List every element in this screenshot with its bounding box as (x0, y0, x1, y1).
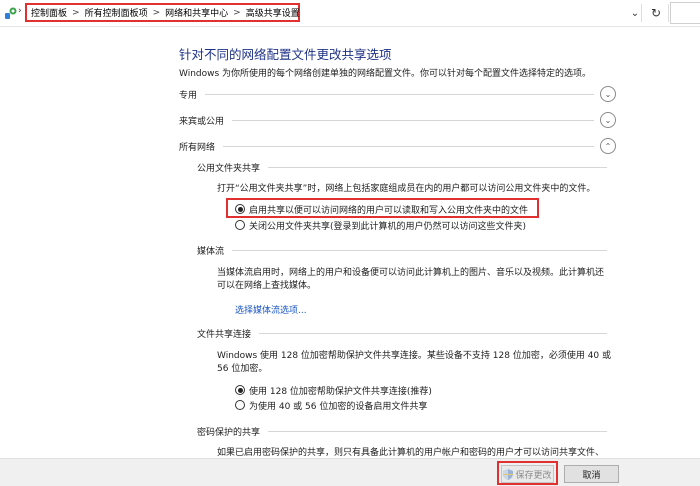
breadcrumb-separator-icon[interactable]: > (233, 8, 241, 18)
address-bar: › 控制面板 > 所有控制面板项 > 网络和共享中心 > 高级共享设置 ⌄ ↻ (0, 0, 700, 27)
radio-selected-dot (237, 387, 243, 393)
file-sharing-text-line1: Windows 使用 128 位加密帮助保护文件共享连接。某些设备不支持 128… (217, 351, 612, 361)
profile-guest-public-label: 来宾或公用 (179, 116, 225, 127)
password-protection-heading: 密码保护的共享 (197, 424, 607, 438)
media-streaming-text-line2: 可以在网络上查找媒体。 (217, 281, 317, 291)
public-folder-heading: 公用文件夹共享 (197, 160, 607, 174)
public-folder-text: 打开“公用文件夹共享”时，网络上包括家庭组成员在内的用户都可以访问公用文件夹中的… (217, 184, 596, 194)
breadcrumb-network-center[interactable]: 网络和共享中心 (165, 6, 228, 19)
expand-chevron-icon[interactable]: ⌄ (600, 112, 616, 128)
breadcrumb-advanced-sharing[interactable]: 高级共享设置 (246, 6, 300, 19)
password-protection-heading-label: 密码保护的共享 (197, 427, 261, 438)
save-changes-label: 保存更改 (515, 470, 552, 481)
file-sharing-40-56bit-label[interactable]: 为使用 40 或 56 位加密的设备启用文件共享 (249, 399, 427, 412)
collapse-chevron-icon[interactable]: ⌃ (600, 138, 616, 154)
media-streaming-text-line1: 当媒体流启用时，网络上的用户和设备便可以访问此计算机上的图片、音乐以及视频。此计… (217, 268, 605, 278)
file-sharing-heading-label: 文件共享连接 (197, 329, 252, 340)
refresh-icon[interactable]: ↻ (646, 4, 666, 22)
profile-private-header[interactable]: 专用 ⌄ (179, 86, 616, 102)
breadcrumb: 控制面板 > 所有控制面板项 > 网络和共享中心 > 高级共享设置 (25, 3, 300, 22)
file-sharing-heading: 文件共享连接 (197, 326, 607, 340)
divider (232, 119, 594, 121)
breadcrumb-root-arrow-icon[interactable]: › (18, 6, 22, 16)
radio-button[interactable] (235, 220, 245, 230)
divider (268, 430, 607, 432)
divider (259, 332, 607, 334)
search-input[interactable] (670, 2, 700, 24)
file-sharing-text-line2: 56 位加密。 (217, 364, 268, 374)
file-sharing-128bit-option[interactable]: 使用 128 位加密帮助保护文件共享连接(推荐) (235, 383, 432, 397)
page-description: Windows 为你所使用的每个网络创建单独的网络配置文件。你可以针对每个配置文… (179, 69, 592, 79)
public-folder-heading-label: 公用文件夹共享 (197, 163, 261, 174)
page-title: 针对不同的网络配置文件更改共享选项 (179, 47, 392, 62)
public-folder-disable-option[interactable]: 关闭公用文件夹共享(登录到此计算机的用户仍然可以访问这些文件夹) (235, 218, 526, 232)
file-sharing-128bit-label[interactable]: 使用 128 位加密帮助保护文件共享连接(推荐) (249, 384, 432, 397)
radio-button[interactable] (235, 400, 245, 410)
public-folder-enable-option[interactable]: 启用共享以便可以访问网络的用户可以读取和写入公用文件夹中的文件 (235, 202, 528, 216)
address-divider (641, 4, 642, 22)
media-streaming-heading-label: 媒体流 (197, 246, 225, 257)
cancel-button[interactable]: 取消 (564, 465, 619, 483)
divider (268, 166, 607, 168)
divider (232, 249, 607, 251)
control-panel-icon (5, 7, 17, 19)
profile-guest-public-header[interactable]: 来宾或公用 ⌄ (179, 112, 616, 128)
profile-all-networks-header[interactable]: 所有网络 ⌃ (179, 138, 616, 154)
file-sharing-40-56bit-option[interactable]: 为使用 40 或 56 位加密的设备启用文件共享 (235, 398, 427, 412)
cancel-label: 取消 (582, 470, 601, 481)
save-changes-button[interactable]: 保存更改 (501, 465, 554, 483)
radio-selected-dot (237, 206, 243, 212)
public-folder-disable-label[interactable]: 关闭公用文件夹共享(登录到此计算机的用户仍然可以访问这些文件夹) (249, 219, 526, 232)
media-streaming-options-link[interactable]: 选择媒体流选项... (235, 303, 307, 316)
radio-button[interactable] (235, 204, 245, 214)
radio-button[interactable] (235, 385, 245, 395)
profile-private-label: 专用 (179, 90, 198, 101)
profile-all-networks-label: 所有网络 (179, 142, 216, 153)
divider (205, 93, 594, 95)
public-folder-enable-label[interactable]: 启用共享以便可以访问网络的用户可以读取和写入公用文件夹中的文件 (249, 203, 528, 216)
expand-chevron-icon[interactable]: ⌄ (600, 86, 616, 102)
breadcrumb-separator-icon[interactable]: > (153, 8, 161, 18)
media-streaming-heading: 媒体流 (197, 243, 607, 257)
breadcrumb-separator-icon[interactable]: > (72, 8, 80, 18)
divider (223, 145, 594, 147)
uac-shield-icon (503, 468, 514, 480)
address-divider (668, 4, 669, 22)
breadcrumb-all-items[interactable]: 所有控制面板项 (85, 6, 148, 19)
breadcrumb-control-panel[interactable]: 控制面板 (31, 6, 67, 19)
